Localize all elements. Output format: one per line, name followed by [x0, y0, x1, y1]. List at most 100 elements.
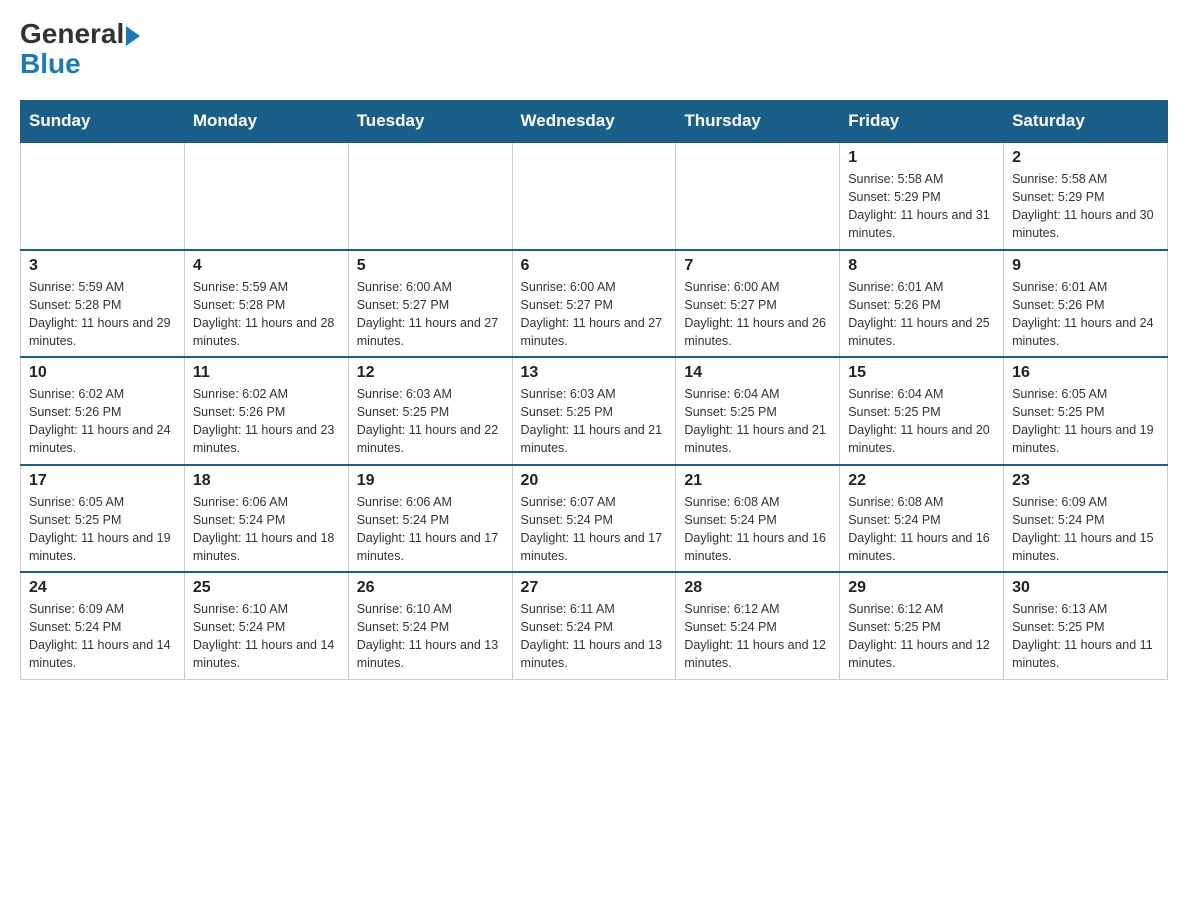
calendar-day-cell: 2 Sunrise: 5:58 AM Sunset: 5:29 PM Daylig…: [1004, 142, 1168, 250]
day-number: 6: [521, 257, 668, 275]
day-info: Sunrise: 6:05 AM Sunset: 5:25 PM Dayligh…: [29, 493, 176, 566]
day-of-week-header: Sunday: [21, 101, 185, 143]
day-info: Sunrise: 6:04 AM Sunset: 5:25 PM Dayligh…: [684, 385, 831, 458]
day-of-week-header: Thursday: [676, 101, 840, 143]
day-info: Sunrise: 6:07 AM Sunset: 5:24 PM Dayligh…: [521, 493, 668, 566]
day-info: Sunrise: 5:59 AM Sunset: 5:28 PM Dayligh…: [29, 278, 176, 351]
day-info: Sunrise: 5:59 AM Sunset: 5:28 PM Dayligh…: [193, 278, 340, 351]
day-info: Sunrise: 6:08 AM Sunset: 5:24 PM Dayligh…: [848, 493, 995, 566]
day-number: 12: [357, 364, 504, 382]
calendar-week-row: 1 Sunrise: 5:58 AM Sunset: 5:29 PM Daylig…: [21, 142, 1168, 250]
day-info: Sunrise: 5:58 AM Sunset: 5:29 PM Dayligh…: [848, 170, 995, 243]
calendar-week-row: 17 Sunrise: 6:05 AM Sunset: 5:25 PM Dayli…: [21, 465, 1168, 573]
calendar-day-cell: 26 Sunrise: 6:10 AM Sunset: 5:24 PM Dayli…: [348, 572, 512, 679]
day-number: 14: [684, 364, 831, 382]
day-info: Sunrise: 6:04 AM Sunset: 5:25 PM Dayligh…: [848, 385, 995, 458]
day-number: 10: [29, 364, 176, 382]
calendar-day-cell: 8 Sunrise: 6:01 AM Sunset: 5:26 PM Daylig…: [840, 250, 1004, 358]
day-of-week-header: Saturday: [1004, 101, 1168, 143]
day-info: Sunrise: 6:09 AM Sunset: 5:24 PM Dayligh…: [1012, 493, 1159, 566]
day-number: 20: [521, 472, 668, 490]
calendar-day-cell: 30Sunrise: 6:13 AM Sunset: 5:25 PM Dayli…: [1004, 572, 1168, 679]
calendar-day-cell: 10 Sunrise: 6:02 AM Sunset: 5:26 PM Dayli…: [21, 357, 185, 465]
day-number: 2: [1012, 149, 1159, 167]
calendar-day-cell: [676, 142, 840, 250]
calendar-day-cell: 27Sunrise: 6:11 AM Sunset: 5:24 PM Dayli…: [512, 572, 676, 679]
day-of-week-header: Tuesday: [348, 101, 512, 143]
day-number: 9: [1012, 257, 1159, 275]
day-info: Sunrise: 6:06 AM Sunset: 5:24 PM Dayligh…: [193, 493, 340, 566]
calendar-day-cell: 28Sunrise: 6:12 AM Sunset: 5:24 PM Dayli…: [676, 572, 840, 679]
calendar-day-cell: 1 Sunrise: 5:58 AM Sunset: 5:29 PM Daylig…: [840, 142, 1004, 250]
calendar-day-cell: 18 Sunrise: 6:06 AM Sunset: 5:24 PM Dayli…: [184, 465, 348, 573]
day-number: 16: [1012, 364, 1159, 382]
day-info: Sunrise: 6:00 AM Sunset: 5:27 PM Dayligh…: [684, 278, 831, 351]
day-number: 24: [29, 579, 176, 597]
day-number: 22: [848, 472, 995, 490]
day-number: 3: [29, 257, 176, 275]
calendar-day-cell: 15 Sunrise: 6:04 AM Sunset: 5:25 PM Dayli…: [840, 357, 1004, 465]
day-info: Sunrise: 6:11 AM Sunset: 5:24 PM Dayligh…: [521, 600, 668, 673]
calendar-day-cell: 5 Sunrise: 6:00 AM Sunset: 5:27 PM Daylig…: [348, 250, 512, 358]
day-info: Sunrise: 6:01 AM Sunset: 5:26 PM Dayligh…: [1012, 278, 1159, 351]
calendar-day-cell: 6Sunrise: 6:00 AM Sunset: 5:27 PM Daylig…: [512, 250, 676, 358]
calendar-day-cell: 23 Sunrise: 6:09 AM Sunset: 5:24 PM Dayli…: [1004, 465, 1168, 573]
logo: General Blue: [20, 20, 140, 80]
calendar-day-cell: 3 Sunrise: 5:59 AM Sunset: 5:28 PM Daylig…: [21, 250, 185, 358]
calendar-day-cell: 24Sunrise: 6:09 AM Sunset: 5:24 PM Dayli…: [21, 572, 185, 679]
calendar-day-cell: 11 Sunrise: 6:02 AM Sunset: 5:26 PM Dayli…: [184, 357, 348, 465]
calendar-day-cell: 14 Sunrise: 6:04 AM Sunset: 5:25 PM Dayli…: [676, 357, 840, 465]
day-info: Sunrise: 6:08 AM Sunset: 5:24 PM Dayligh…: [684, 493, 831, 566]
calendar-week-row: 24Sunrise: 6:09 AM Sunset: 5:24 PM Dayli…: [21, 572, 1168, 679]
day-number: 26: [357, 579, 504, 597]
day-info: Sunrise: 6:03 AM Sunset: 5:25 PM Dayligh…: [521, 385, 668, 458]
calendar-day-cell: 17 Sunrise: 6:05 AM Sunset: 5:25 PM Dayli…: [21, 465, 185, 573]
calendar-header-row: SundayMondayTuesdayWednesdayThursdayFrid…: [21, 101, 1168, 143]
day-number: 25: [193, 579, 340, 597]
calendar-day-cell: 4 Sunrise: 5:59 AM Sunset: 5:28 PM Daylig…: [184, 250, 348, 358]
day-info: Sunrise: 6:02 AM Sunset: 5:26 PM Dayligh…: [29, 385, 176, 458]
day-number: 7: [684, 257, 831, 275]
day-number: 21: [684, 472, 831, 490]
day-number: 18: [193, 472, 340, 490]
logo-general-text: General: [20, 20, 140, 48]
day-number: 23: [1012, 472, 1159, 490]
calendar-table: SundayMondayTuesdayWednesdayThursdayFrid…: [20, 100, 1168, 680]
calendar-day-cell: [348, 142, 512, 250]
day-info: Sunrise: 6:03 AM Sunset: 5:25 PM Dayligh…: [357, 385, 504, 458]
day-info: Sunrise: 6:13 AM Sunset: 5:25 PM Dayligh…: [1012, 600, 1159, 673]
day-info: Sunrise: 6:10 AM Sunset: 5:24 PM Dayligh…: [193, 600, 340, 673]
calendar-day-cell: 12 Sunrise: 6:03 AM Sunset: 5:25 PM Dayli…: [348, 357, 512, 465]
calendar-day-cell: 21 Sunrise: 6:08 AM Sunset: 5:24 PM Dayli…: [676, 465, 840, 573]
logo-blue-text: Blue: [20, 48, 81, 80]
page-header: General Blue: [20, 20, 1168, 80]
day-of-week-header: Friday: [840, 101, 1004, 143]
day-number: 17: [29, 472, 176, 490]
calendar-day-cell: 22 Sunrise: 6:08 AM Sunset: 5:24 PM Dayli…: [840, 465, 1004, 573]
day-number: 15: [848, 364, 995, 382]
day-info: Sunrise: 6:06 AM Sunset: 5:24 PM Dayligh…: [357, 493, 504, 566]
day-info: Sunrise: 6:05 AM Sunset: 5:25 PM Dayligh…: [1012, 385, 1159, 458]
day-number: 13: [521, 364, 668, 382]
day-number: 11: [193, 364, 340, 382]
day-number: 29: [848, 579, 995, 597]
day-number: 5: [357, 257, 504, 275]
calendar-week-row: 10 Sunrise: 6:02 AM Sunset: 5:26 PM Dayli…: [21, 357, 1168, 465]
day-info: Sunrise: 6:12 AM Sunset: 5:25 PM Dayligh…: [848, 600, 995, 673]
day-number: 1: [848, 149, 995, 167]
calendar-week-row: 3 Sunrise: 5:59 AM Sunset: 5:28 PM Daylig…: [21, 250, 1168, 358]
day-number: 4: [193, 257, 340, 275]
day-info: Sunrise: 6:02 AM Sunset: 5:26 PM Dayligh…: [193, 385, 340, 458]
calendar-day-cell: 29 Sunrise: 6:12 AM Sunset: 5:25 PM Dayli…: [840, 572, 1004, 679]
day-info: Sunrise: 6:00 AM Sunset: 5:27 PM Dayligh…: [357, 278, 504, 351]
day-info: Sunrise: 6:10 AM Sunset: 5:24 PM Dayligh…: [357, 600, 504, 673]
calendar-day-cell: [21, 142, 185, 250]
day-info: Sunrise: 6:12 AM Sunset: 5:24 PM Dayligh…: [684, 600, 831, 673]
day-info: Sunrise: 5:58 AM Sunset: 5:29 PM Dayligh…: [1012, 170, 1159, 243]
calendar-day-cell: [512, 142, 676, 250]
day-info: Sunrise: 6:01 AM Sunset: 5:26 PM Dayligh…: [848, 278, 995, 351]
day-number: 8: [848, 257, 995, 275]
calendar-day-cell: 7 Sunrise: 6:00 AM Sunset: 5:27 PM Daylig…: [676, 250, 840, 358]
day-of-week-header: Wednesday: [512, 101, 676, 143]
calendar-day-cell: 25 Sunrise: 6:10 AM Sunset: 5:24 PM Dayli…: [184, 572, 348, 679]
